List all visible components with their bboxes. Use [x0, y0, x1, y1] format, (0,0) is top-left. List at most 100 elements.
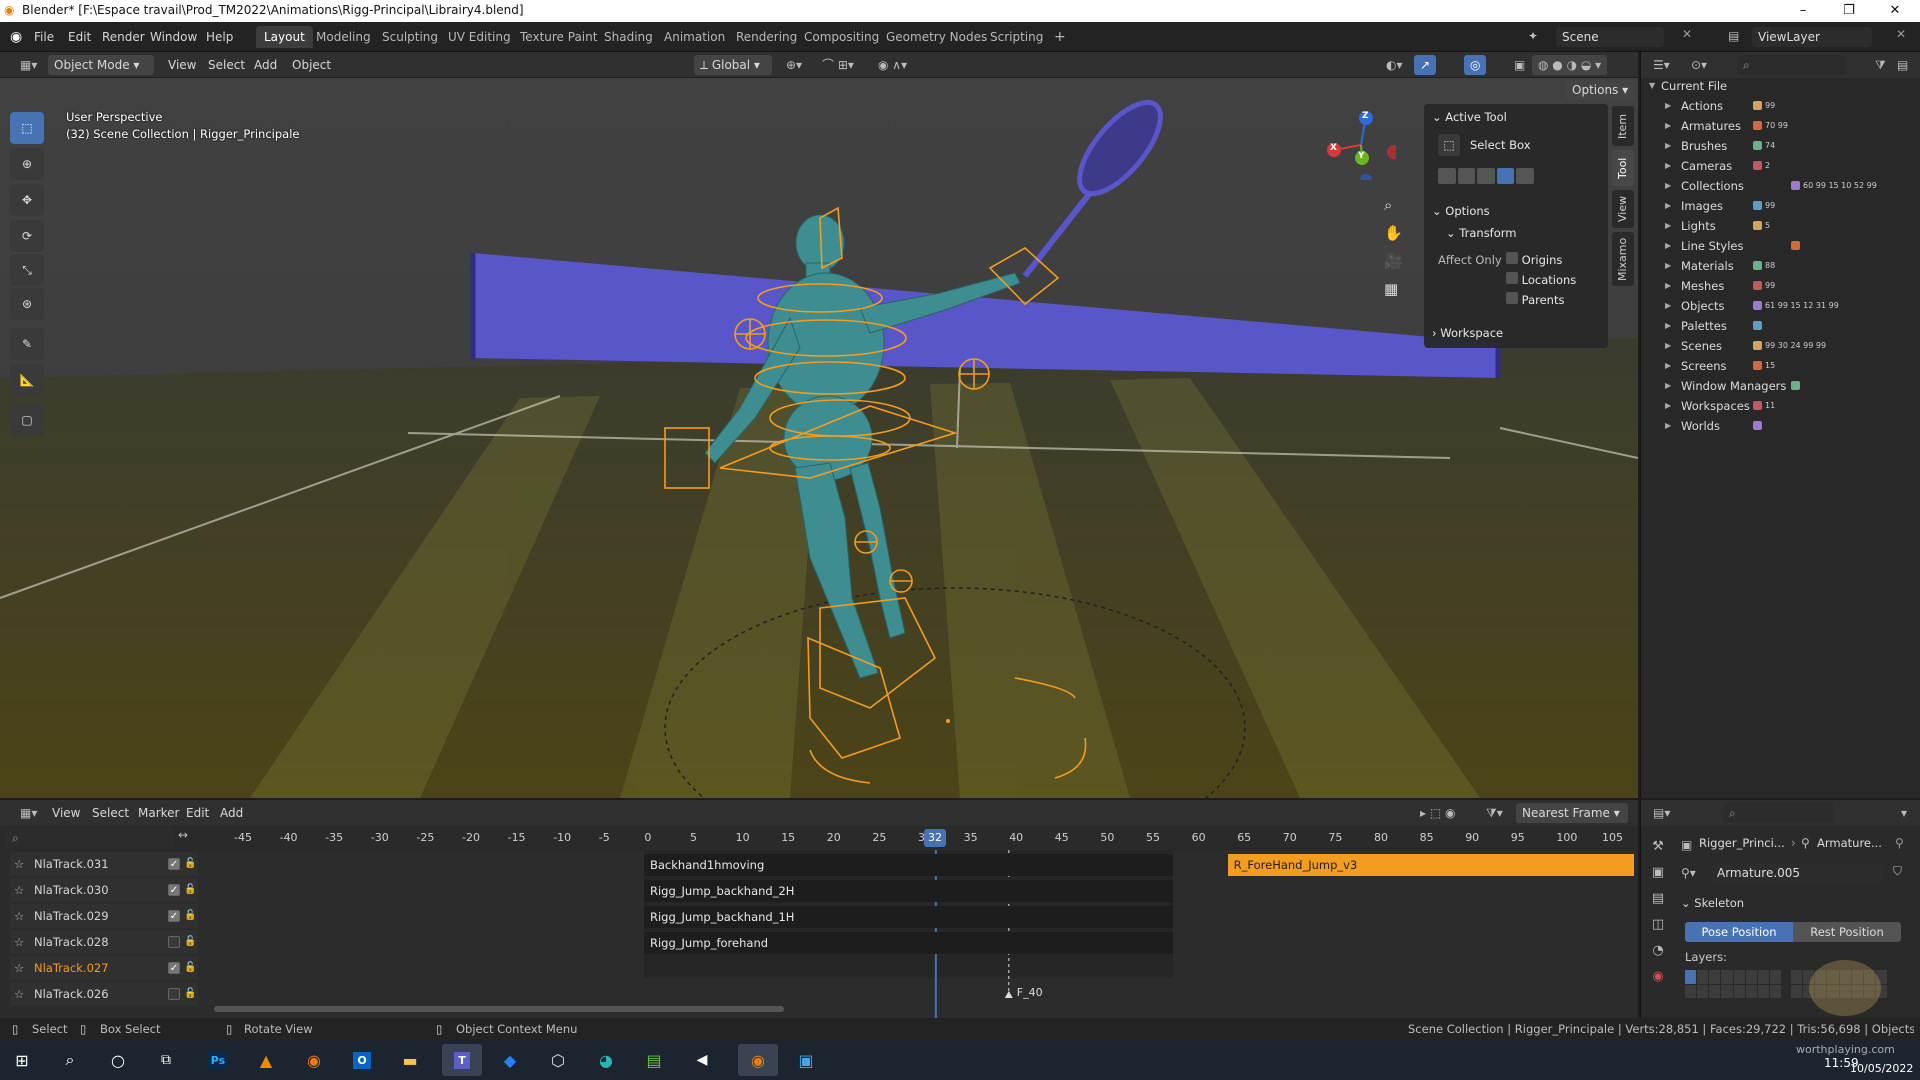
- solo-star-icon[interactable]: ☆: [14, 956, 24, 980]
- expand-arrow-icon[interactable]: ▶: [1665, 276, 1671, 296]
- bone-layer-toggle[interactable]: [1733, 984, 1745, 998]
- bone-layers-grid[interactable]: [1685, 970, 1781, 998]
- outliner-item-objects[interactable]: ▶ Objects 61 99 15 12 31 99: [1641, 296, 1920, 316]
- tab-shading[interactable]: Shading: [596, 26, 661, 48]
- nla-action-strip[interactable]: Rigg_Jump_backhand_1H: [644, 906, 1173, 928]
- expand-arrow-icon[interactable]: ▶: [1665, 116, 1671, 136]
- expand-arrow-icon[interactable]: ▶: [1665, 196, 1671, 216]
- shading-modes-icon[interactable]: ◍ ● ◑ ◒ ▾: [1532, 55, 1608, 75]
- bone-layer-toggle[interactable]: [1769, 984, 1781, 998]
- output-tab-icon[interactable]: ▤: [1647, 886, 1669, 912]
- marker-icon[interactable]: [1004, 991, 1013, 998]
- current-frame-indicator[interactable]: 32: [924, 829, 946, 847]
- photoshop-app[interactable]: Ps: [198, 1044, 238, 1076]
- expand-arrow-icon[interactable]: ▶: [1665, 416, 1671, 436]
- viewport-menu-view[interactable]: View: [162, 55, 202, 75]
- overlay-toggle-icon[interactable]: ◎: [1464, 55, 1487, 75]
- options-header[interactable]: ⌄ Options: [1432, 200, 1490, 222]
- track-lock-icon[interactable]: 🔓: [184, 852, 196, 876]
- mode-subtract-button[interactable]: [1477, 168, 1495, 184]
- bone-layer-toggle[interactable]: [1685, 984, 1697, 998]
- tab-texture-paint[interactable]: Texture Paint: [512, 26, 605, 48]
- track-lock-icon[interactable]: 🔓: [184, 982, 196, 1006]
- outliner-item-window-managers[interactable]: ▶ Window Managers: [1641, 376, 1920, 396]
- move-tool[interactable]: ✥: [10, 184, 44, 216]
- track-lock-icon[interactable]: 🔓: [184, 878, 196, 902]
- nla-menu-add[interactable]: Add: [214, 803, 249, 823]
- track-lock-icon[interactable]: 🔓: [184, 956, 196, 980]
- outliner-item-cameras[interactable]: ▶ Cameras 2: [1641, 156, 1920, 176]
- origins-check[interactable]: [1506, 252, 1518, 264]
- tab-modeling[interactable]: Modeling: [308, 26, 379, 48]
- skeleton-section-header[interactable]: ⌄ Skeleton: [1681, 896, 1744, 910]
- file-explorer-app[interactable]: ▬: [390, 1044, 430, 1076]
- blender-menu-icon[interactable]: ◉: [10, 29, 22, 45]
- viewport-menu-object[interactable]: Object: [286, 55, 337, 75]
- outliner-item-meshes[interactable]: ▶ Meshes 99: [1641, 276, 1920, 296]
- tab-compositing[interactable]: Compositing: [796, 26, 887, 48]
- bone-layer-toggle[interactable]: [1791, 970, 1803, 984]
- nla-menu-marker[interactable]: Marker: [132, 803, 185, 823]
- active-tool-header[interactable]: ⌄ Active Tool: [1432, 106, 1507, 128]
- solo-star-icon[interactable]: ☆: [14, 930, 24, 954]
- scene-close-icon[interactable]: ✕: [1682, 27, 1692, 41]
- tab-layout[interactable]: Layout: [256, 26, 313, 48]
- outliner-item-images[interactable]: ▶ Images 99: [1641, 196, 1920, 216]
- bone-layer-toggle[interactable]: [1721, 970, 1733, 984]
- taskbar-search-button[interactable]: ⌕: [50, 1044, 90, 1076]
- proportional-edit-icon[interactable]: ◉ ∧▾: [872, 55, 913, 75]
- photos-app[interactable]: ▣: [786, 1044, 826, 1076]
- bone-layer-toggle[interactable]: [1733, 970, 1745, 984]
- nla-track-row[interactable]: ☆ NlaTrack.028 🔓: [10, 930, 198, 954]
- view-layer-tab-icon[interactable]: ◫: [1647, 912, 1669, 938]
- unity-editor-app[interactable]: ◀: [682, 1044, 722, 1076]
- track-enable-checkbox[interactable]: [168, 988, 180, 1000]
- mode-invert-button[interactable]: [1496, 168, 1515, 184]
- outliner-item-brushes[interactable]: ▶ Brushes 74: [1641, 136, 1920, 156]
- mode-selector[interactable]: Object Mode ▾: [48, 55, 154, 75]
- mode-extend-button[interactable]: [1457, 168, 1476, 184]
- menu-edit[interactable]: Edit: [62, 22, 97, 52]
- select-box-tool[interactable]: ⬚: [10, 112, 44, 144]
- bone-layer-toggle[interactable]: [1697, 970, 1709, 984]
- track-lock-icon[interactable]: 🔓: [184, 904, 196, 928]
- pivot-icon[interactable]: ⊕▾: [780, 55, 808, 75]
- outliner-item-actions[interactable]: ▶ Actions 99: [1641, 96, 1920, 116]
- nla-menu-edit[interactable]: Edit: [180, 803, 215, 823]
- outlook-app[interactable]: O: [342, 1044, 382, 1076]
- expand-arrow-icon[interactable]: ▶: [1665, 96, 1671, 116]
- track-enable-checkbox[interactable]: ✓: [168, 962, 180, 974]
- rotate-tool[interactable]: ⟳: [10, 220, 44, 252]
- bone-layer-toggle[interactable]: [1757, 970, 1769, 984]
- bone-layer-toggle[interactable]: [1791, 984, 1803, 998]
- sidebar-tab-mixamo[interactable]: Mixamo: [1612, 232, 1634, 286]
- bone-layer-toggle[interactable]: [1709, 984, 1721, 998]
- visibility-icon[interactable]: ◐▾: [1380, 55, 1409, 75]
- mode-set-button[interactable]: [1438, 168, 1456, 184]
- bone-layer-toggle[interactable]: [1757, 984, 1769, 998]
- menu-help[interactable]: Help: [200, 22, 239, 52]
- transform-tool[interactable]: ⊛: [10, 288, 44, 320]
- rest-position-button[interactable]: Rest Position: [1793, 922, 1901, 942]
- nla-action-strip[interactable]: Backhand1hmoving: [644, 854, 1173, 876]
- view-layer-selector[interactable]: ViewLayer: [1752, 27, 1872, 47]
- expand-arrow-icon[interactable]: ▶: [1665, 236, 1671, 256]
- nla-track-row[interactable]: ☆ NlaTrack.031 ✓ 🔓: [10, 852, 198, 876]
- tab-animation[interactable]: Animation: [656, 26, 733, 48]
- xray-icon[interactable]: ▣: [1508, 55, 1531, 75]
- taskbar-date[interactable]: 10/05/2022: [1850, 1062, 1913, 1075]
- nla-active-strip[interactable]: R_ForeHand_Jump_v3: [1227, 854, 1634, 876]
- sidebar-tab-view[interactable]: View: [1612, 190, 1634, 228]
- menu-render[interactable]: Render: [96, 22, 151, 52]
- bone-layer-toggle[interactable]: [1721, 984, 1733, 998]
- expand-arrow-icon[interactable]: ▶: [1665, 376, 1671, 396]
- expand-arrow-icon[interactable]: ▶: [1665, 156, 1671, 176]
- add-cube-tool[interactable]: ▢: [10, 404, 44, 436]
- nla-track-row[interactable]: ☆ NlaTrack.030 ✓ 🔓: [10, 878, 198, 902]
- nla-filter-icons[interactable]: ▸ ⬚ ◉: [1414, 803, 1461, 823]
- expand-arrow-icon[interactable]: ▶: [1665, 296, 1671, 316]
- properties-search-input[interactable]: ⌕: [1723, 803, 1833, 823]
- track-enable-checkbox[interactable]: ✓: [168, 884, 180, 896]
- locations-checkbox[interactable]: Locations: [1506, 269, 1576, 291]
- 3d-viewport[interactable]: ⬚ ⊕ ✥ ⟳ ⤡ ⊛ ✎ 📐 ▢ User Perspective (32) …: [0, 78, 1638, 798]
